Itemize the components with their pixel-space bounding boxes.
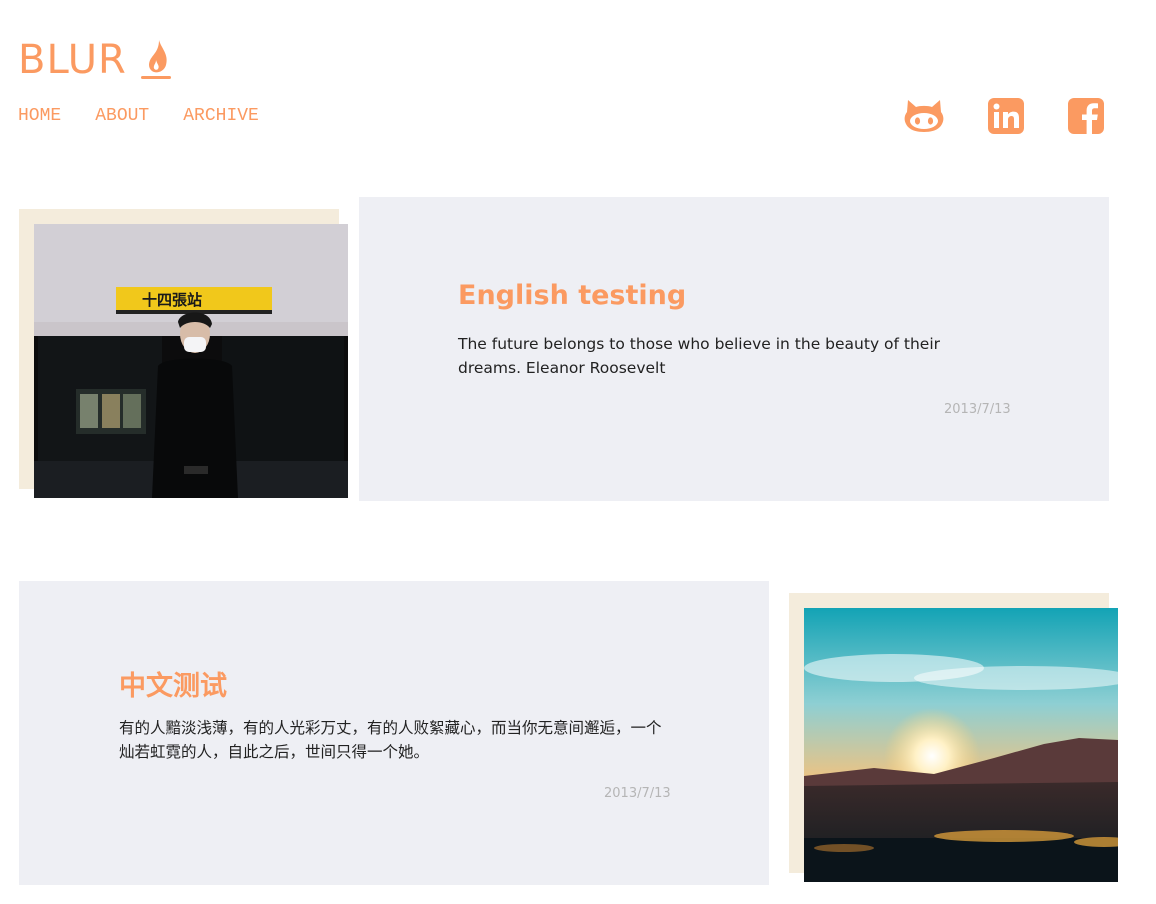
post-2-date: 2013/7/13 bbox=[604, 786, 671, 801]
sunset-photo bbox=[804, 608, 1118, 882]
facebook-icon[interactable] bbox=[1068, 98, 1104, 134]
post-2-excerpt: 有的人黯淡浅薄，有的人光彩万丈，有的人败絮藏心，而当你无意间邂逅，一个灿若虹霓的… bbox=[119, 719, 662, 761]
post-2-title[interactable]: 中文测试 bbox=[119, 664, 227, 703]
post-1-excerpt: The future belongs to those who believe … bbox=[458, 335, 941, 377]
post-2-image[interactable] bbox=[804, 608, 1118, 882]
site-name: BLUR bbox=[18, 37, 127, 83]
nav-archive[interactable]: ARCHIVE bbox=[183, 106, 259, 126]
post-1-image[interactable]: 十四張站 bbox=[34, 224, 348, 498]
nav-home[interactable]: HOME bbox=[18, 106, 61, 126]
station-sign: 十四張站 bbox=[142, 291, 202, 309]
site-logo[interactable]: BLUR bbox=[18, 38, 173, 82]
main-nav: HOME ABOUT ARCHIVE bbox=[18, 106, 259, 126]
post-1-title[interactable]: English testing bbox=[458, 280, 686, 311]
linkedin-icon[interactable] bbox=[988, 98, 1024, 134]
station-photo: 十四張站 bbox=[34, 224, 348, 498]
post-1-date: 2013/7/13 bbox=[944, 402, 1011, 417]
flame-icon bbox=[140, 40, 171, 79]
nav-about[interactable]: ABOUT bbox=[95, 106, 149, 126]
github-icon[interactable] bbox=[904, 98, 944, 134]
